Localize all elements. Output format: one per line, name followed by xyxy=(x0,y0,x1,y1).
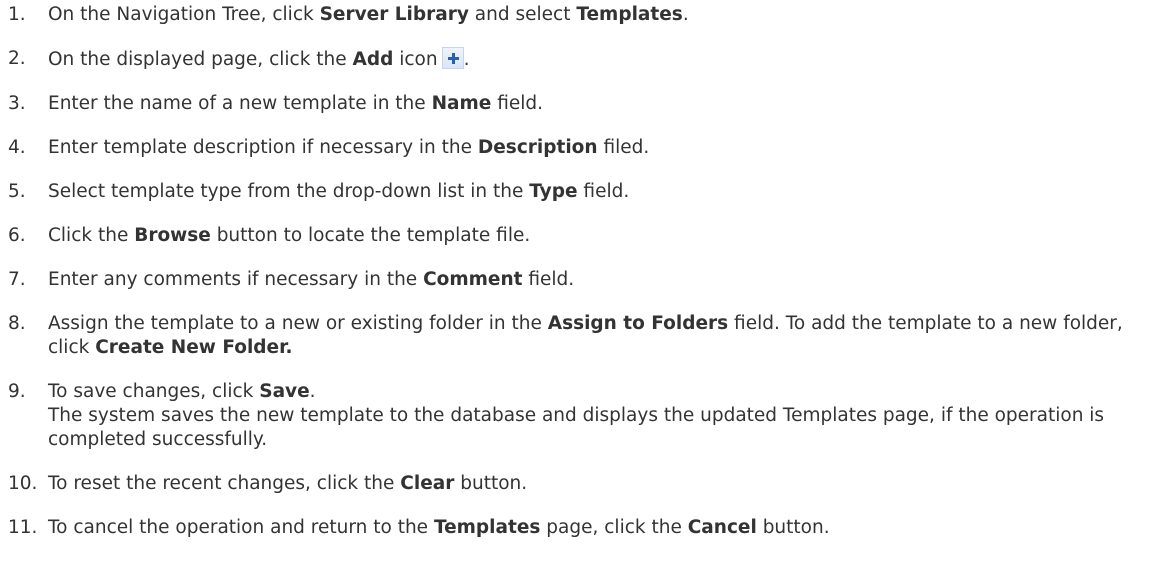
step-7: 7. Enter any comments if necessary in th… xyxy=(0,268,1160,292)
step-text: field. xyxy=(522,269,575,290)
bold-term: Description xyxy=(477,137,598,158)
step-6: 6. Click the Browse button to locate the… xyxy=(0,224,1160,248)
step-1: 1. On the Navigation Tree, click Server … xyxy=(0,3,1160,27)
bold-term: Clear xyxy=(400,473,455,494)
step-text: button. xyxy=(454,473,528,494)
step-text: button. xyxy=(756,517,830,538)
step-number: 5. xyxy=(8,181,26,202)
bold-term: Comment xyxy=(423,269,523,290)
bold-term: Browse xyxy=(134,225,211,246)
bold-term: Templates xyxy=(433,517,541,538)
step-text: Enter the name of a new template in the xyxy=(48,93,432,114)
step-text: field. xyxy=(491,93,544,114)
bold-term: Cancel xyxy=(687,517,757,538)
bold-term: Save xyxy=(259,381,310,402)
step-text: On the displayed page, click the xyxy=(48,49,353,70)
bold-term: Templates xyxy=(576,4,683,25)
step-number: 8. xyxy=(8,313,26,334)
step-text: To cancel the operation and return to th… xyxy=(48,517,434,538)
step-9: 9. To save changes, click Save. The syst… xyxy=(0,380,1160,452)
step-number: 6. xyxy=(8,225,26,246)
step-text: To reset the recent changes, click the xyxy=(48,473,401,494)
step-text: icon xyxy=(393,49,438,70)
step-text: . xyxy=(682,4,689,25)
step-text: Enter template description if necessary … xyxy=(48,137,478,158)
step-2: 2. On the displayed page, click the Add … xyxy=(0,47,1160,72)
step-number: 11. xyxy=(8,517,38,538)
bold-term: Add xyxy=(352,49,394,70)
step-text: Assign the template to a new or existing… xyxy=(48,313,548,334)
step-number: 3. xyxy=(8,93,26,114)
step-number: 4. xyxy=(8,137,26,158)
bold-term: Create New Folder. xyxy=(95,337,293,358)
step-10: 10. To reset the recent changes, click t… xyxy=(0,472,1160,496)
step-text: On the Navigation Tree, click xyxy=(48,4,320,25)
step-text: and select xyxy=(468,4,577,25)
instruction-steps: 1. On the Navigation Tree, click Server … xyxy=(0,0,1160,540)
step-text: . xyxy=(463,49,470,70)
step-number: 10. xyxy=(8,473,38,494)
step-number: 7. xyxy=(8,269,26,290)
step-number: 1. xyxy=(8,4,26,25)
step-text: To save changes, click xyxy=(48,381,260,402)
step-text: Select template type from the drop-down … xyxy=(48,181,530,202)
step-5: 5. Select template type from the drop-do… xyxy=(0,180,1160,204)
step-text: . xyxy=(309,381,316,402)
add-plus-icon xyxy=(441,47,464,69)
bold-term: Server Library xyxy=(319,4,469,25)
step-4: 4. Enter template description if necessa… xyxy=(0,136,1160,160)
step-text: Enter any comments if necessary in the xyxy=(48,269,424,290)
step-number: 2. xyxy=(8,48,26,69)
step-8: 8. Assign the template to a new or exist… xyxy=(0,312,1160,360)
step-text: page, click the xyxy=(540,517,688,538)
bold-term: Assign to Folders xyxy=(547,313,729,334)
bold-term: Name xyxy=(431,93,492,114)
step-11: 11. To cancel the operation and return t… xyxy=(0,516,1160,540)
step-number: 9. xyxy=(8,381,26,402)
bold-term: Type xyxy=(529,181,578,202)
step-result-text: The system saves the new template to the… xyxy=(48,405,1105,450)
step-text: field. xyxy=(577,181,630,202)
step-text: Click the xyxy=(48,225,135,246)
step-3: 3. Enter the name of a new template in t… xyxy=(0,92,1160,116)
step-text: button to locate the template file. xyxy=(210,225,531,246)
step-text: filed. xyxy=(597,137,650,158)
